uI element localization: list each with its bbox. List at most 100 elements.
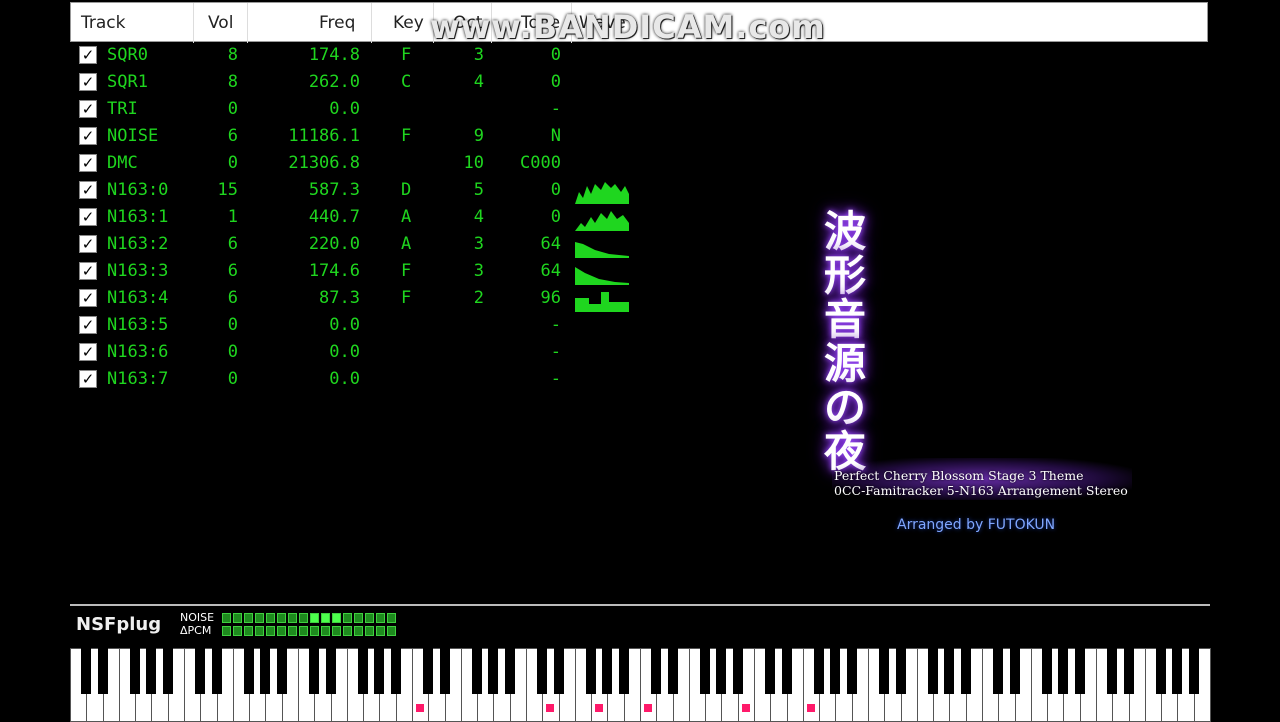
pressed-note-marker [644,704,653,712]
piano-keyboard[interactable] [70,648,1211,722]
nsfplug-bar: NSFplug NOISE ΔPCM [70,604,1211,722]
check-icon: ✓ [81,46,95,64]
track-row: ✓ DMC 0 21306.8 10 C000 [70,151,670,178]
black-key[interactable] [586,648,597,694]
track-enable-checkbox[interactable]: ✓ [79,154,97,172]
track-enable-checkbox[interactable]: ✓ [79,370,97,388]
track-enable-checkbox[interactable]: ✓ [79,46,97,64]
meter-segment [376,626,385,636]
black-key[interactable] [211,648,222,694]
track-key: D [401,180,412,200]
track-enable-checkbox[interactable]: ✓ [79,262,97,280]
track-enable-checkbox[interactable]: ✓ [79,100,97,118]
black-key[interactable] [700,648,711,694]
noise-meter-label: NOISE [180,611,215,624]
track-enable-checkbox[interactable]: ✓ [79,316,97,334]
track-vol: 8 [227,45,238,65]
black-key[interactable] [130,648,141,694]
black-key[interactable] [1123,648,1134,694]
track-key: C [401,72,412,92]
black-key[interactable] [260,648,271,694]
black-key[interactable] [1156,648,1167,694]
col-track[interactable]: Track [81,13,125,33]
black-key[interactable] [390,648,401,694]
col-key[interactable]: Key [393,13,424,33]
black-key[interactable] [667,648,678,694]
black-key[interactable] [162,648,173,694]
check-icon: ✓ [81,316,95,334]
black-key[interactable] [1074,648,1085,694]
col-freq[interactable]: Freq [319,13,355,33]
black-key[interactable] [325,648,336,694]
black-key[interactable] [928,648,939,694]
black-key[interactable] [553,648,564,694]
track-key: A [401,207,412,227]
black-key[interactable] [618,648,629,694]
black-key[interactable] [97,648,108,694]
check-icon: ✓ [81,181,95,199]
track-enable-checkbox[interactable]: ✓ [79,73,97,91]
track-vol: 15 [217,180,238,200]
meter-segment [299,613,308,623]
track-enable-checkbox[interactable]: ✓ [79,235,97,253]
track-vol: 0 [227,153,238,173]
black-key[interactable] [1107,648,1118,694]
kanji-char: 形 [823,251,866,300]
black-key[interactable] [1058,648,1069,694]
meter-segment [244,613,253,623]
track-tone: - [550,369,561,389]
track-oct: 2 [473,288,484,308]
meter-segment [233,613,242,623]
track-name: N163:3 [107,261,169,281]
black-key[interactable] [895,648,906,694]
black-key[interactable] [732,648,743,694]
black-key[interactable] [537,648,548,694]
black-key[interactable] [602,648,613,694]
black-key[interactable] [944,648,955,694]
black-key[interactable] [651,648,662,694]
black-key[interactable] [1009,648,1020,694]
black-key[interactable] [993,648,1004,694]
black-key[interactable] [846,648,857,694]
black-key[interactable] [781,648,792,694]
black-key[interactable] [309,648,320,694]
black-key[interactable] [81,648,92,694]
meter-segment [222,613,231,623]
black-key[interactable] [439,648,450,694]
meter-segment [288,613,297,623]
black-key[interactable] [765,648,776,694]
black-key[interactable] [1172,648,1183,694]
black-key[interactable] [1188,648,1199,694]
waveform-n163-2 [575,242,629,258]
meter-segment [343,613,352,623]
meter-segment [365,613,374,623]
black-key[interactable] [423,648,434,694]
black-key[interactable] [488,648,499,694]
black-key[interactable] [1042,648,1053,694]
black-key[interactable] [504,648,515,694]
black-key[interactable] [276,648,287,694]
track-name: N163:5 [107,315,169,335]
track-freq: 0.0 [329,315,360,335]
black-key[interactable] [146,648,157,694]
col-vol[interactable]: Vol [208,13,233,33]
black-key[interactable] [358,648,369,694]
track-enable-checkbox[interactable]: ✓ [79,127,97,145]
track-enable-checkbox[interactable]: ✓ [79,343,97,361]
check-icon: ✓ [81,289,95,307]
track-enable-checkbox[interactable]: ✓ [79,181,97,199]
black-key[interactable] [879,648,890,694]
black-key[interactable] [814,648,825,694]
black-key[interactable] [960,648,971,694]
track-name: DMC [107,153,138,173]
track-enable-checkbox[interactable]: ✓ [79,289,97,307]
track-enable-checkbox[interactable]: ✓ [79,208,97,226]
black-key[interactable] [716,648,727,694]
black-key[interactable] [374,648,385,694]
black-key[interactable] [244,648,255,694]
black-key[interactable] [195,648,206,694]
black-key[interactable] [830,648,841,694]
track-freq: 440.7 [308,207,360,227]
meter-segment [354,626,363,636]
black-key[interactable] [472,648,483,694]
